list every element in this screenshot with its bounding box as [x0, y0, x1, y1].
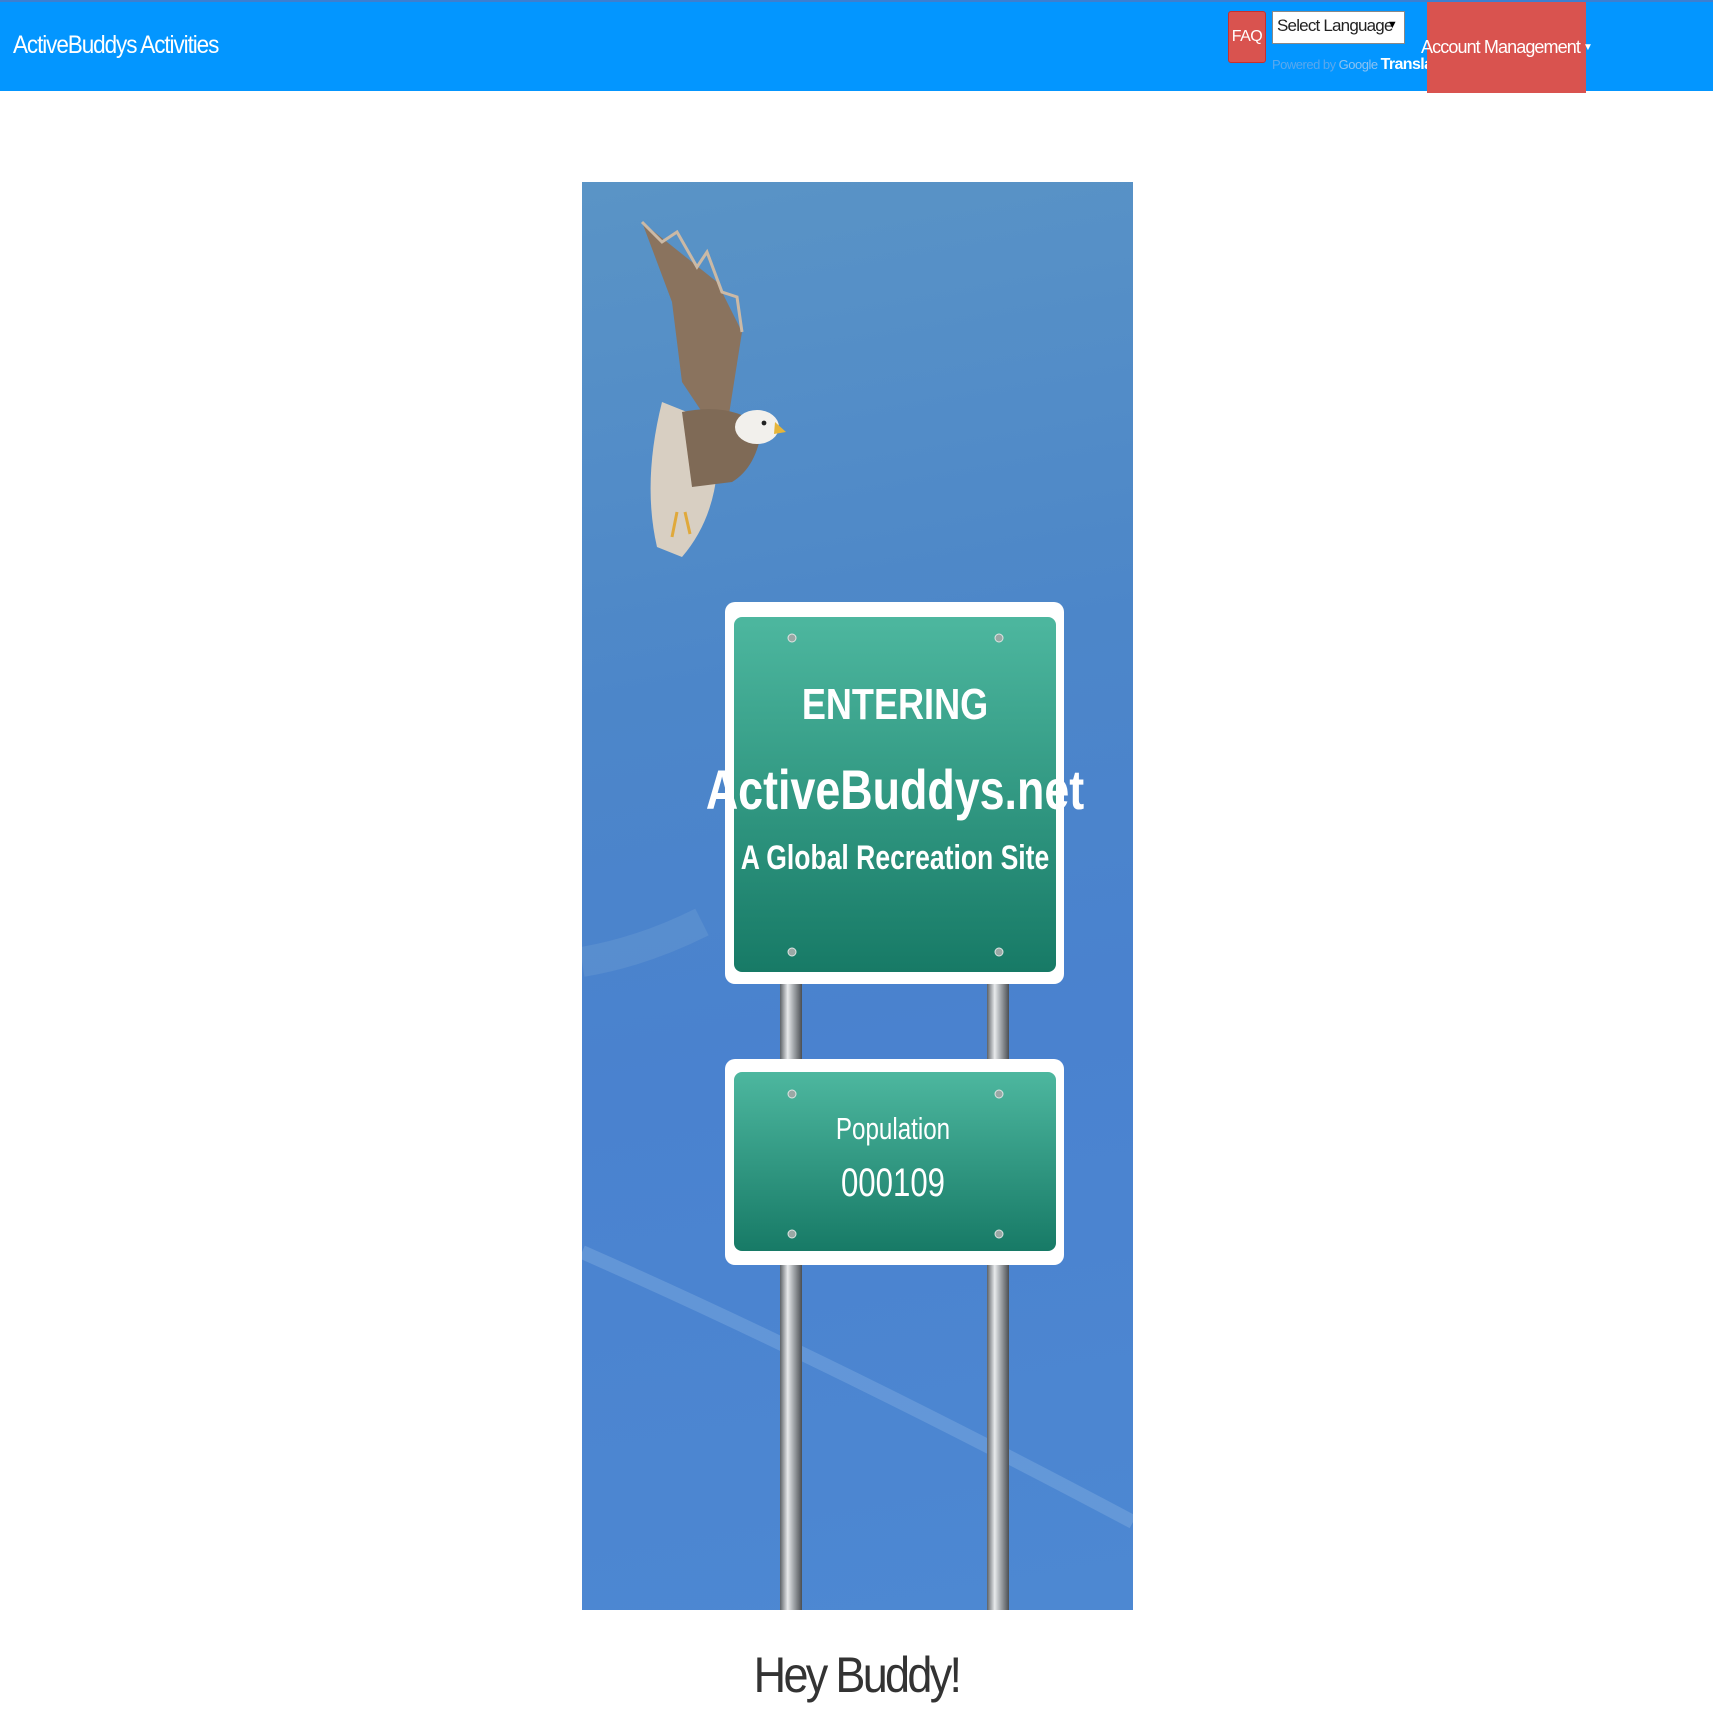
sign-line-site: ActiveBuddys.net	[706, 758, 1084, 821]
google-logo: Google	[1338, 57, 1378, 72]
hero-illustration: ENTERING ActiveBuddys.net A Global Recre…	[582, 220, 1133, 1610]
account-management-dropdown[interactable]: Account Management ▼	[1421, 2, 1593, 93]
eagle-icon	[640, 220, 786, 557]
faq-button[interactable]: FAQ	[1228, 11, 1266, 63]
powered-by-google-translate: Powered by Google Translate	[1272, 56, 1446, 74]
language-select-value: Select Language	[1277, 16, 1393, 35]
sign-line-tagline: A Global Recreation Site	[741, 839, 1049, 877]
brand-link[interactable]: ActiveBuddys Activities	[13, 31, 219, 60]
language-select[interactable]: Select Language ▼	[1272, 11, 1405, 44]
population-sign: Population 000109	[725, 1059, 1064, 1265]
powered-by-label: Powered by	[1272, 57, 1336, 72]
sign-line-entering: ENTERING	[802, 680, 988, 729]
greeting-heading: Hey Buddy!	[753, 1647, 962, 1703]
cloud-wisp	[582, 908, 709, 977]
entering-sign: ENTERING ActiveBuddys.net A Global Recre…	[706, 602, 1084, 984]
population-value: 000109	[841, 1160, 945, 1205]
hero-image: ENTERING ActiveBuddys.net A Global Recre…	[582, 182, 1133, 1610]
population-label: Population	[836, 1111, 950, 1146]
account-management-label: Account Management	[1421, 37, 1581, 57]
contrail	[582, 1245, 1133, 1529]
top-navbar: ActiveBuddys Activities FAQ Select Langu…	[0, 0, 1713, 93]
caret-down-icon: ▼	[1582, 42, 1593, 53]
dropdown-arrow-icon: ▼	[1386, 19, 1398, 31]
